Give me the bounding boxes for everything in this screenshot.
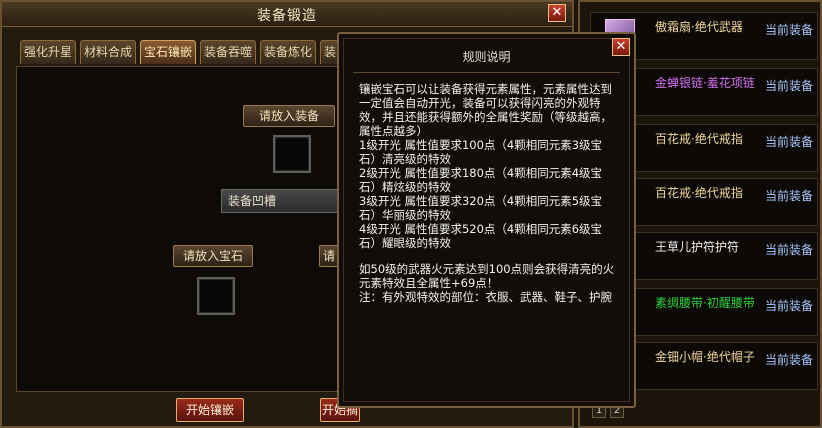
item-status: 当前装备 <box>765 299 814 313</box>
rules-example: 如50级的武器火元素达到100点则会获得清亮的火元素特效且全属性+69点！ <box>359 262 615 290</box>
item-status: 当前装备 <box>765 243 814 257</box>
item-status: 当前装备 <box>765 23 814 37</box>
rules-close-button[interactable]: ✕ <box>612 38 630 56</box>
item-name: 素绸腰带·初醒腰带 <box>655 296 755 310</box>
item-status: 当前装备 <box>765 135 814 149</box>
rules-level-3: 3级开光 属性值要求320点（4颗相同元素5级宝石）华丽级的特效 <box>359 194 603 222</box>
item-status: 当前装备 <box>765 353 814 367</box>
rules-dialog: 规则说明 ✕ 镶嵌宝石可以让装备获得元素属性，元素属性达到一定值会自动开光，装备… <box>337 32 636 408</box>
start-inlay-button[interactable]: 开始镶嵌 <box>176 398 244 422</box>
forge-title: 装备锻造 <box>257 8 317 24</box>
tab-gem-inlay[interactable]: 宝石镶嵌 <box>140 40 196 64</box>
item-name: 百花戒·绝代戒指 <box>655 132 743 146</box>
item-name: 金钿小帽·绝代帽子 <box>655 350 755 364</box>
rules-intro: 镶嵌宝石可以让装备获得元素属性，元素属性达到一定值会自动开光，装备可以获得闪亮的… <box>359 82 612 138</box>
tab-material-synthesis[interactable]: 材料合成 <box>80 40 136 64</box>
rules-level-1: 1级开光 属性值要求100点（4颗相同元素3级宝石）清亮级的特效 <box>359 138 603 166</box>
place-gem-label-2: 请 <box>319 245 339 267</box>
place-equipment-label: 请放入装备 <box>243 105 335 127</box>
equipment-slot[interactable] <box>273 135 311 173</box>
tab-equipment-refine[interactable]: 装备炼化 <box>260 40 316 64</box>
item-status: 当前装备 <box>765 189 814 203</box>
forge-close-button[interactable]: ✕ <box>548 4 566 22</box>
tab-strengthen[interactable]: 强化升星 <box>20 40 76 64</box>
item-status: 当前装备 <box>765 79 814 93</box>
rules-note: 注：有外观特效的部位：衣服、武器、鞋子、护腕 <box>359 290 612 304</box>
item-name: 金蝉银链·羞花项链 <box>655 76 755 90</box>
rules-divider <box>353 72 620 73</box>
item-name: 百花戒·绝代戒指 <box>655 186 743 200</box>
rules-gap <box>359 250 619 262</box>
rules-title: 规则说明 <box>462 50 511 64</box>
tab-equipment-devour[interactable]: 装备吞噬 <box>200 40 256 64</box>
item-name: 傲霜扇·绝代武器 <box>655 20 743 34</box>
place-gem-label: 请放入宝石 <box>173 245 253 267</box>
rules-text: 镶嵌宝石可以让装备获得元素属性，元素属性达到一定值会自动开光，装备可以获得闪亮的… <box>359 82 619 304</box>
equipment-groove: 装备凹槽 <box>221 189 341 213</box>
item-name: 王草儿护符护符 <box>655 240 740 254</box>
rules-level-2: 2级开光 属性值要求180点（4颗相同元素4级宝石）精炫级的特效 <box>359 166 603 194</box>
forge-titlebar[interactable]: 装备锻造 ✕ <box>2 2 572 27</box>
rules-level-4: 4级开光 属性值要求520点（4颗相同元素6级宝石）耀眼级的特效 <box>359 222 603 250</box>
gem-slot[interactable] <box>197 277 235 315</box>
